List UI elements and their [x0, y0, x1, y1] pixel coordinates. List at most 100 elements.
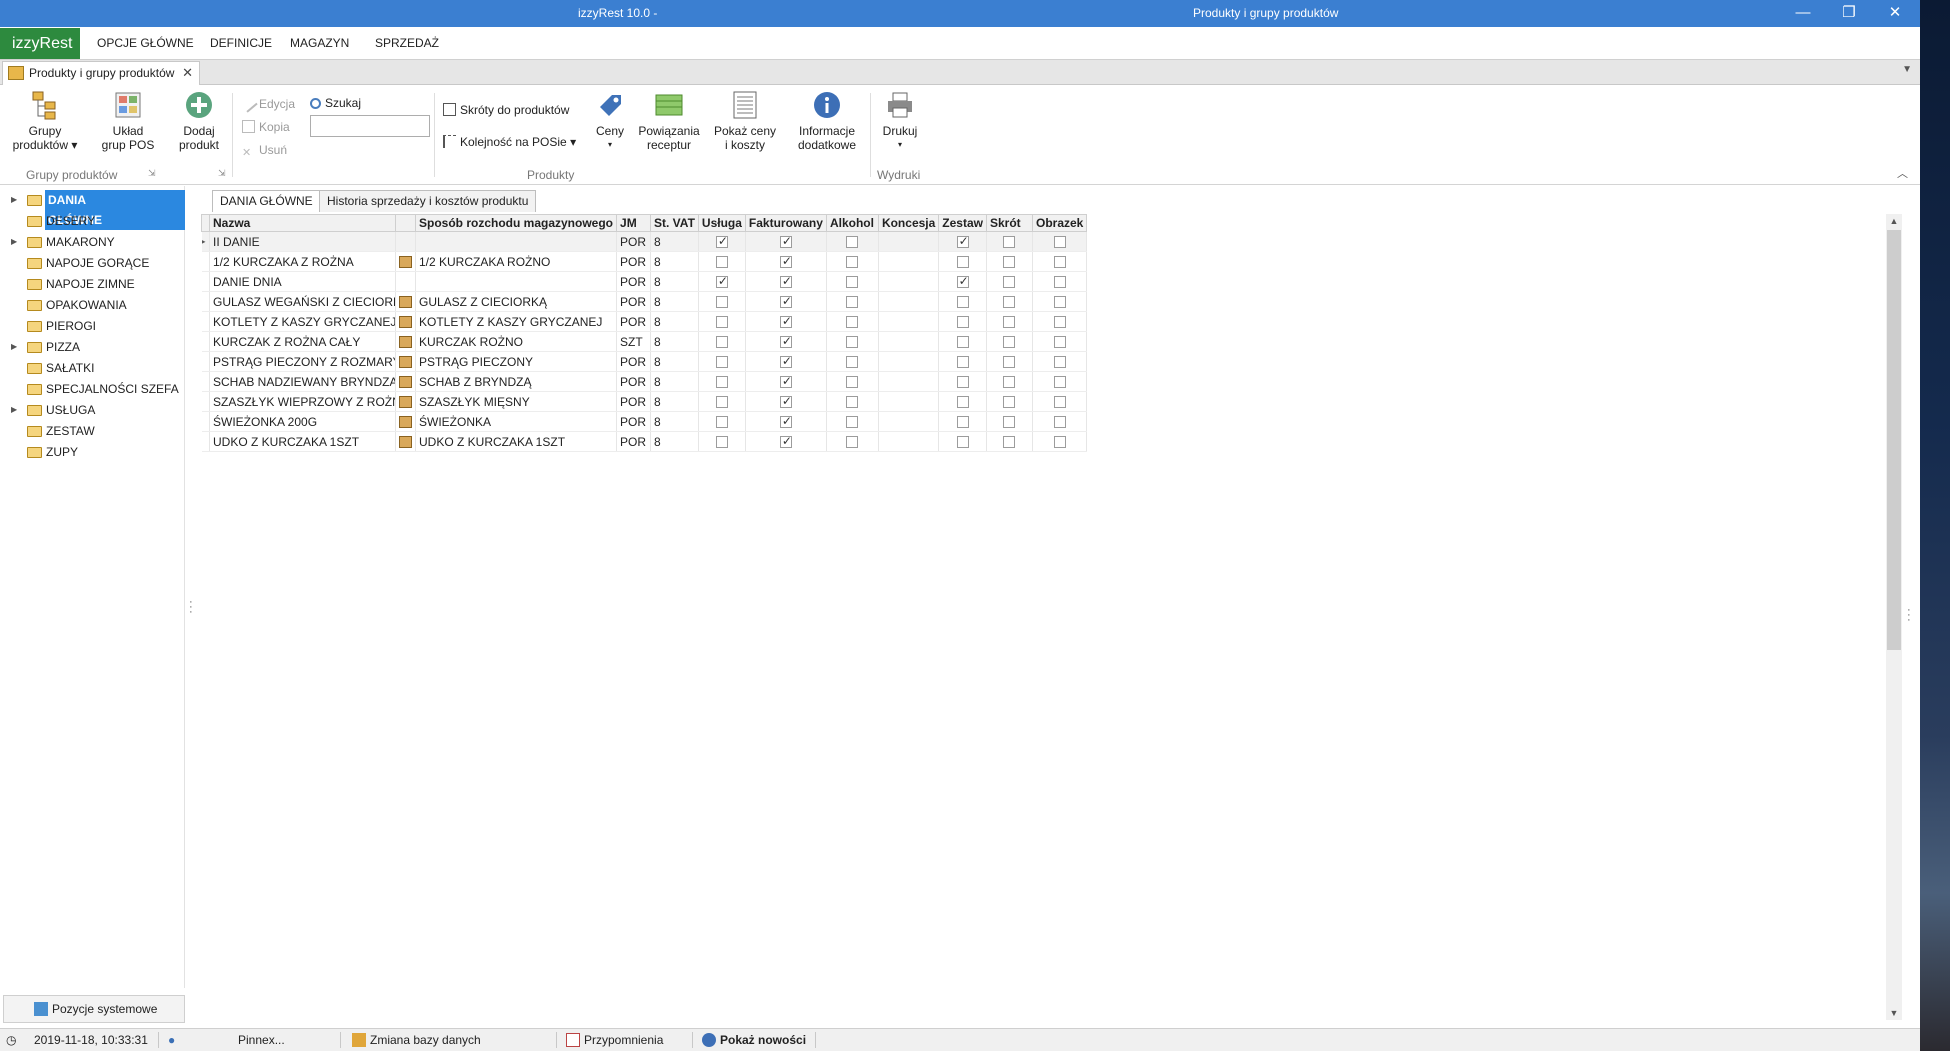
usluga-checkbox[interactable]: [715, 315, 728, 328]
faktur-checkbox[interactable]: [779, 294, 792, 308]
alkohol-checkbox[interactable]: [846, 395, 859, 408]
table-row[interactable]: 1/2 KURCZAKA Z ROŻNA 1/2 KURCZAKA ROŻNO PO…: [201, 251, 1088, 272]
cell-vat[interactable]: 8: [650, 351, 699, 372]
usluga-checkbox[interactable]: [715, 415, 728, 428]
ceny-button[interactable]: Ceny ▾: [590, 89, 630, 152]
menu-opcje-glowne[interactable]: OPCJE GŁÓWNE: [97, 36, 194, 50]
cell-nazwa[interactable]: ŚWIEŻONKA 200G: [209, 411, 396, 432]
cell-vat[interactable]: 8: [650, 371, 699, 392]
tree-item[interactable]: OPAKOWANIA: [3, 295, 185, 315]
table-row[interactable]: SZASZŁYK WIEPRZOWY Z ROŻNA 250G SZASZŁYK …: [201, 391, 1088, 412]
cell-jm[interactable]: POR: [616, 351, 652, 372]
skrot-checkbox[interactable]: [1003, 275, 1016, 288]
tab-dania-glowne[interactable]: DANIA GŁÓWNE: [212, 190, 321, 212]
scroll-up-icon[interactable]: ▲: [1886, 216, 1902, 226]
przypomnienia-button[interactable]: Przypomnienia: [566, 1033, 663, 1047]
tree-item[interactable]: ▶ DANIA GŁÓWNE: [3, 190, 185, 230]
cell-vat[interactable]: 8: [650, 271, 699, 292]
faktur-checkbox[interactable]: [779, 414, 792, 428]
cell-jm[interactable]: POR: [616, 231, 652, 252]
cell-koncesja[interactable]: [878, 251, 940, 272]
cell-nazwa[interactable]: II DANIE: [209, 231, 396, 252]
alkohol-checkbox[interactable]: [846, 295, 859, 308]
scroll-down-icon[interactable]: ▼: [1886, 1008, 1902, 1018]
cell-koncesja[interactable]: [878, 271, 940, 292]
skrot-checkbox[interactable]: [1003, 395, 1016, 408]
obrazek-checkbox[interactable]: [1053, 395, 1066, 408]
informacje-dodatkowe-button[interactable]: Informacje dodatkowe: [792, 89, 862, 152]
alkohol-checkbox[interactable]: [846, 435, 859, 448]
pokaz-nowosci-button[interactable]: Pokaż nowości: [702, 1033, 806, 1047]
obrazek-checkbox[interactable]: [1053, 315, 1066, 328]
obrazek-checkbox[interactable]: [1053, 295, 1066, 308]
menu-definicje[interactable]: DEFINICJE: [210, 36, 272, 50]
column-header[interactable]: St. VAT: [650, 214, 699, 232]
cell-nazwa[interactable]: KURCZAK Z ROŻNA CAŁY: [209, 331, 396, 352]
usluga-checkbox[interactable]: [715, 274, 728, 288]
cell-vat[interactable]: 8: [650, 431, 699, 452]
table-row[interactable]: ▸ II DANIE POR 8: [201, 231, 1088, 252]
column-header[interactable]: [395, 214, 416, 232]
zestaw-checkbox[interactable]: [956, 435, 969, 448]
search-input[interactable]: [310, 115, 430, 137]
zestaw-checkbox[interactable]: [956, 375, 969, 388]
alkohol-checkbox[interactable]: [846, 415, 859, 428]
close-tab-icon[interactable]: ✕: [182, 62, 193, 84]
tree-item[interactable]: ZUPY: [3, 442, 185, 462]
dodaj-produkt-button[interactable]: Dodaj produkt: [172, 89, 226, 152]
faktur-checkbox[interactable]: [779, 314, 792, 328]
alkohol-checkbox[interactable]: [846, 335, 859, 348]
expand-arrow-icon[interactable]: ▶: [11, 337, 17, 357]
cell-vat[interactable]: 8: [650, 231, 699, 252]
obrazek-checkbox[interactable]: [1053, 415, 1066, 428]
powiazania-receptur-button[interactable]: Powiązania receptur: [636, 89, 702, 152]
cell-koncesja[interactable]: [878, 391, 940, 412]
cell-jm[interactable]: POR: [616, 311, 652, 332]
table-row[interactable]: KOTLETY Z KASZY GRYCZANEJ 240G KOTLETY Z …: [201, 311, 1088, 332]
alkohol-checkbox[interactable]: [846, 255, 859, 268]
alkohol-checkbox[interactable]: [846, 375, 859, 388]
cell-sposob[interactable]: [415, 271, 618, 292]
skrot-checkbox[interactable]: [1003, 235, 1016, 248]
skrot-checkbox[interactable]: [1003, 375, 1016, 388]
chevron-down-icon[interactable]: ▼: [1902, 64, 1912, 75]
cell-nazwa[interactable]: UDKO Z KURCZAKA 1SZT: [209, 431, 396, 452]
kopia-button[interactable]: Kopia: [242, 120, 290, 134]
cell-sposob[interactable]: 1/2 KURCZAKA ROŻNO: [415, 251, 618, 272]
faktur-checkbox[interactable]: [779, 434, 792, 448]
column-header[interactable]: Fakturowany: [744, 214, 827, 232]
usluga-checkbox[interactable]: [715, 234, 728, 248]
skroty-button[interactable]: Skróty do produktów: [443, 103, 569, 117]
tree-item[interactable]: ▶ USŁUGA: [3, 400, 185, 420]
expand-arrow-icon[interactable]: ▶: [11, 190, 17, 210]
skrot-checkbox[interactable]: [1003, 295, 1016, 308]
grupy-produktow-button[interactable]: Grupy produktów ▾: [8, 89, 82, 152]
cell-nazwa[interactable]: SZASZŁYK WIEPRZOWY Z ROŻNA 250G: [209, 391, 396, 412]
cell-vat[interactable]: 8: [650, 251, 699, 272]
document-tab[interactable]: Produkty i grupy produktów ✕: [2, 61, 200, 85]
faktur-checkbox[interactable]: [779, 374, 792, 388]
cell-jm[interactable]: POR: [616, 391, 652, 412]
cell-koncesja[interactable]: [878, 331, 940, 352]
cell-sposob[interactable]: UDKO Z KURCZAKA 1SZT: [415, 431, 618, 452]
column-header[interactable]: Alkohol: [825, 214, 879, 232]
column-header[interactable]: Nazwa: [209, 214, 396, 232]
cell-jm[interactable]: POR: [616, 271, 652, 292]
cell-sposob[interactable]: PSTRĄG PIECZONY: [415, 351, 618, 372]
cell-koncesja[interactable]: [878, 411, 940, 432]
cell-sposob[interactable]: [415, 231, 618, 252]
splitter-handle[interactable]: · · ·: [189, 597, 193, 618]
skrot-checkbox[interactable]: [1003, 335, 1016, 348]
faktur-checkbox[interactable]: [779, 334, 792, 348]
cell-sposob[interactable]: ŚWIEŻONKA: [415, 411, 618, 432]
table-row[interactable]: PSTRĄG PIECZONY Z ROZMARYNEM 350G PSTRĄG …: [201, 351, 1088, 372]
collapse-ribbon-icon[interactable]: ︿: [1897, 165, 1908, 181]
pozycje-systemowe-button[interactable]: Pozycje systemowe: [3, 995, 185, 1023]
kolejnosc-button[interactable]: Kolejność na POSie ▾: [443, 135, 576, 149]
cell-sposob[interactable]: KURCZAK ROŻNO: [415, 331, 618, 352]
cell-vat[interactable]: 8: [650, 311, 699, 332]
zestaw-checkbox[interactable]: [956, 415, 969, 428]
usluga-checkbox[interactable]: [715, 355, 728, 368]
table-row[interactable]: DANIE DNIA POR 8: [201, 271, 1088, 292]
cell-nazwa[interactable]: KOTLETY Z KASZY GRYCZANEJ 240G: [209, 311, 396, 332]
